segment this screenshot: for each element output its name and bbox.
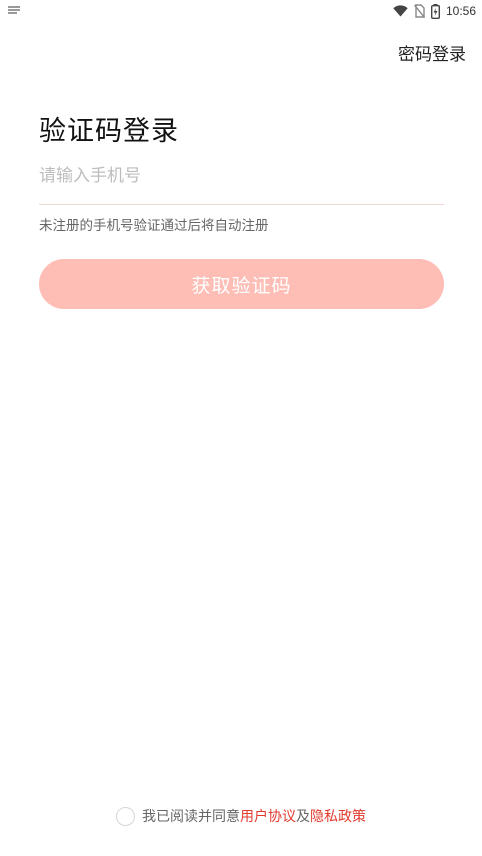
page-title: 验证码登录 (39, 116, 179, 147)
battery-icon (430, 3, 440, 19)
register-hint: 未注册的手机号验证通过后将自动注册 (39, 218, 269, 234)
user-agreement-link[interactable]: 用户协议 (240, 806, 296, 826)
phone-input[interactable] (39, 158, 444, 194)
status-bar: 10:56 (0, 0, 482, 22)
status-icons: 10:56 (393, 3, 476, 19)
wifi-icon (393, 5, 408, 17)
agreement-checkbox[interactable] (116, 806, 135, 826)
input-underline (39, 204, 444, 205)
agreement-prefix: 我已阅读并同意 (142, 809, 240, 825)
agreement-row: 我已阅读并同意 用户协议 及 隐私政策 (0, 806, 482, 826)
no-sim-icon (413, 4, 425, 18)
password-login-link[interactable]: 密码登录 (398, 40, 466, 65)
status-time: 10:56 (445, 4, 476, 18)
get-code-button[interactable]: 获取验证码 (39, 259, 444, 309)
agreement-and: 及 (296, 809, 310, 825)
keyboard-indicator-icon (8, 6, 20, 14)
privacy-policy-link[interactable]: 隐私政策 (310, 806, 366, 826)
